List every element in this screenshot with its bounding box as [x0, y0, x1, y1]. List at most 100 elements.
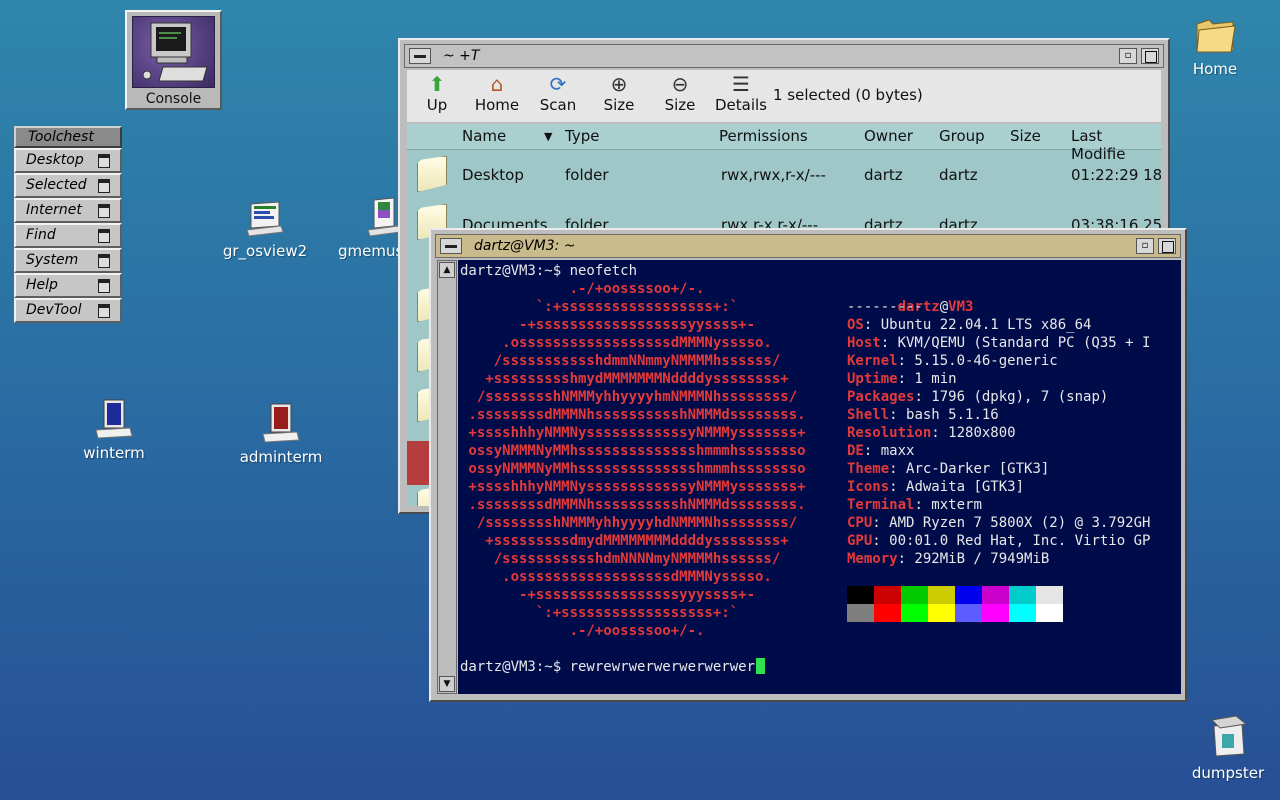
toolchest-title[interactable]: Toolchest	[14, 126, 122, 148]
toolchest-item-find[interactable]: Find	[14, 223, 122, 248]
logo-line: /sssssssshNMMMyhhyyyyhdNMMMNhssssssss/	[460, 515, 798, 531]
file-group: dartz	[939, 166, 978, 184]
toolchest-item-label: System	[26, 252, 79, 268]
info-key: Theme	[847, 461, 890, 477]
minimize-button[interactable]: ▫	[1136, 238, 1154, 254]
size-label: Size	[664, 96, 696, 114]
toolchest-item-help[interactable]: Help	[14, 273, 122, 298]
terminal-output[interactable]: dartz@VM3:~$ neofetch .-/+oossssoo+/-. `…	[458, 260, 1181, 694]
file-permissions: rwx,rwx,r-x/---	[721, 166, 826, 184]
scroll-up-icon[interactable]: ▲	[439, 262, 455, 278]
input-line: dartz@VM3:~$ rewrewrwerwerwerwerwer	[460, 658, 766, 676]
color-swatch	[928, 604, 955, 622]
color-swatch	[901, 604, 928, 622]
column-group[interactable]: Group	[939, 127, 985, 145]
file-row[interactable]: Desktop folder rwx,rwx,r-x/--- dartz dar…	[407, 150, 1161, 200]
submenu-icon	[98, 179, 110, 193]
info-value: : bash 5.1.16	[889, 407, 999, 423]
osview-icon	[246, 201, 284, 237]
logo-line: `:+ssssssssssssssssss+:`	[460, 605, 739, 621]
text-cursor	[756, 658, 766, 674]
minimize-button[interactable]: ▫	[1119, 48, 1137, 64]
column-type[interactable]: Type	[565, 127, 599, 145]
gr-osview2-desktop-icon[interactable]: gr_osview2	[220, 200, 310, 260]
toolchest-item-internet[interactable]: Internet	[14, 198, 122, 223]
winterm-desktop-icon[interactable]: winterm	[76, 398, 152, 462]
column-owner[interactable]: Owner	[864, 127, 913, 145]
info-line: Icons: Adwaita [GTK3]	[847, 478, 1024, 496]
window-title: ~ +T	[443, 48, 480, 64]
sort-down-icon[interactable]: ▼	[544, 130, 552, 143]
info-value: : AMD Ryzen 7 5800X (2) @ 3.792GH	[872, 515, 1151, 531]
console-computer-icon	[132, 16, 215, 88]
home-icon: ⌂	[490, 72, 504, 96]
color-swatch	[955, 586, 982, 604]
size-decrease-button[interactable]: ⊖ Size	[652, 72, 708, 114]
logo-line: ossyNMMMNyMMhsssssssssssssshmmmhssssssso	[460, 461, 806, 477]
info-key: Resolution	[847, 425, 932, 441]
info-key: Host	[847, 335, 881, 351]
logo-line: .-/+oossssoo+/-.	[460, 623, 705, 639]
toolchest-item-desktop[interactable]: Desktop	[14, 148, 122, 173]
column-size[interactable]: Size	[1010, 127, 1041, 145]
home-desktop-icon[interactable]: Home	[1188, 14, 1242, 78]
host-name: VM3	[948, 299, 974, 315]
color-swatch	[1009, 604, 1036, 622]
size-increase-button[interactable]: ⊕ Size	[591, 72, 647, 114]
toolchest-item-label: Desktop	[26, 152, 84, 168]
logo-line: -+sssssssssssssssssyyyssss+-	[460, 587, 756, 603]
command-line: dartz@VM3:~$ neofetch	[460, 263, 638, 279]
details-icon: ☰	[732, 72, 750, 96]
info-value: : 5.15.0-46-generic	[897, 353, 1058, 369]
dumpster-icon	[1210, 715, 1248, 757]
info-line: OS: Ubuntu 22.04.1 LTS x86_64	[847, 316, 1091, 334]
scan-button[interactable]: ⟳ Scan	[530, 72, 586, 114]
up-label: Up	[426, 96, 448, 114]
submenu-icon	[98, 229, 110, 243]
console-tile[interactable]: Console	[125, 10, 222, 110]
maximize-button[interactable]	[1141, 48, 1159, 64]
column-name[interactable]: Name	[462, 127, 506, 145]
info-line: Resolution: 1280x800	[847, 424, 1016, 442]
info-value: : 1 min	[897, 371, 957, 387]
toolchest: Toolchest Desktop Selected Internet Find…	[14, 126, 122, 323]
gmemus-desktop-icon[interactable]: gmemus	[338, 196, 403, 260]
file-modified: 01:22:29 18	[1071, 166, 1161, 184]
home-label: Home	[474, 96, 520, 114]
logo-line: /ssssssssssshdmNNNNmyNMMMMhssssss/	[460, 551, 781, 567]
submenu-icon	[98, 154, 110, 168]
up-button[interactable]: ⬆ Up	[409, 72, 465, 114]
file-manager-titlebar[interactable]: ~ +T ▫	[404, 44, 1164, 68]
toolchest-item-selected[interactable]: Selected	[14, 173, 122, 198]
separator-line: ---------	[847, 299, 923, 315]
window-menu-button[interactable]	[409, 48, 431, 64]
info-value: : Adwaita [GTK3]	[889, 479, 1025, 495]
info-line: DE: maxx	[847, 442, 914, 460]
maximize-button[interactable]	[1158, 238, 1176, 254]
adminterm-desktop-icon[interactable]: adminterm	[238, 402, 324, 466]
scroll-down-icon[interactable]: ▼	[439, 676, 455, 692]
terminal-titlebar[interactable]: dartz@VM3: ~ ▫	[435, 234, 1181, 258]
info-line: GPU: 00:01.0 Red Hat, Inc. Virtio GP	[847, 532, 1150, 550]
logo-line: -+ssssssssssssssssssyyssss+-	[460, 317, 756, 333]
color-swatch	[874, 586, 901, 604]
color-swatch	[1036, 604, 1063, 622]
terminal-scrollbar[interactable]: ▲ ▼	[437, 260, 457, 694]
dumpster-desktop-icon[interactable]: dumpster	[1190, 714, 1266, 782]
column-permissions[interactable]: Permissions	[719, 127, 808, 145]
home-button[interactable]: ⌂ Home	[469, 72, 525, 114]
toolchest-item-label: Help	[26, 277, 58, 293]
details-button[interactable]: ☰ Details	[713, 72, 769, 114]
info-line: CPU: AMD Ryzen 7 5800X (2) @ 3.792GH	[847, 514, 1150, 532]
file-list-header: Name ▼ Type Permissions Owner Group Size…	[407, 124, 1161, 163]
info-key: Packages	[847, 389, 915, 405]
size-label: Size	[603, 96, 635, 114]
file-manager-toolbar: ⬆ Up ⌂ Home ⟳ Scan ⊕ Size ⊖ Size ☰ Detai…	[407, 70, 1161, 122]
toolchest-item-devtool[interactable]: DevTool	[14, 298, 122, 323]
toolchest-item-label: Selected	[26, 177, 87, 193]
info-key: Terminal	[847, 497, 915, 513]
info-value: : 1796 (dpkg), 7 (snap)	[914, 389, 1109, 405]
window-menu-button[interactable]	[440, 238, 462, 254]
toolchest-item-system[interactable]: System	[14, 248, 122, 273]
info-line: Shell: bash 5.1.16	[847, 406, 999, 424]
